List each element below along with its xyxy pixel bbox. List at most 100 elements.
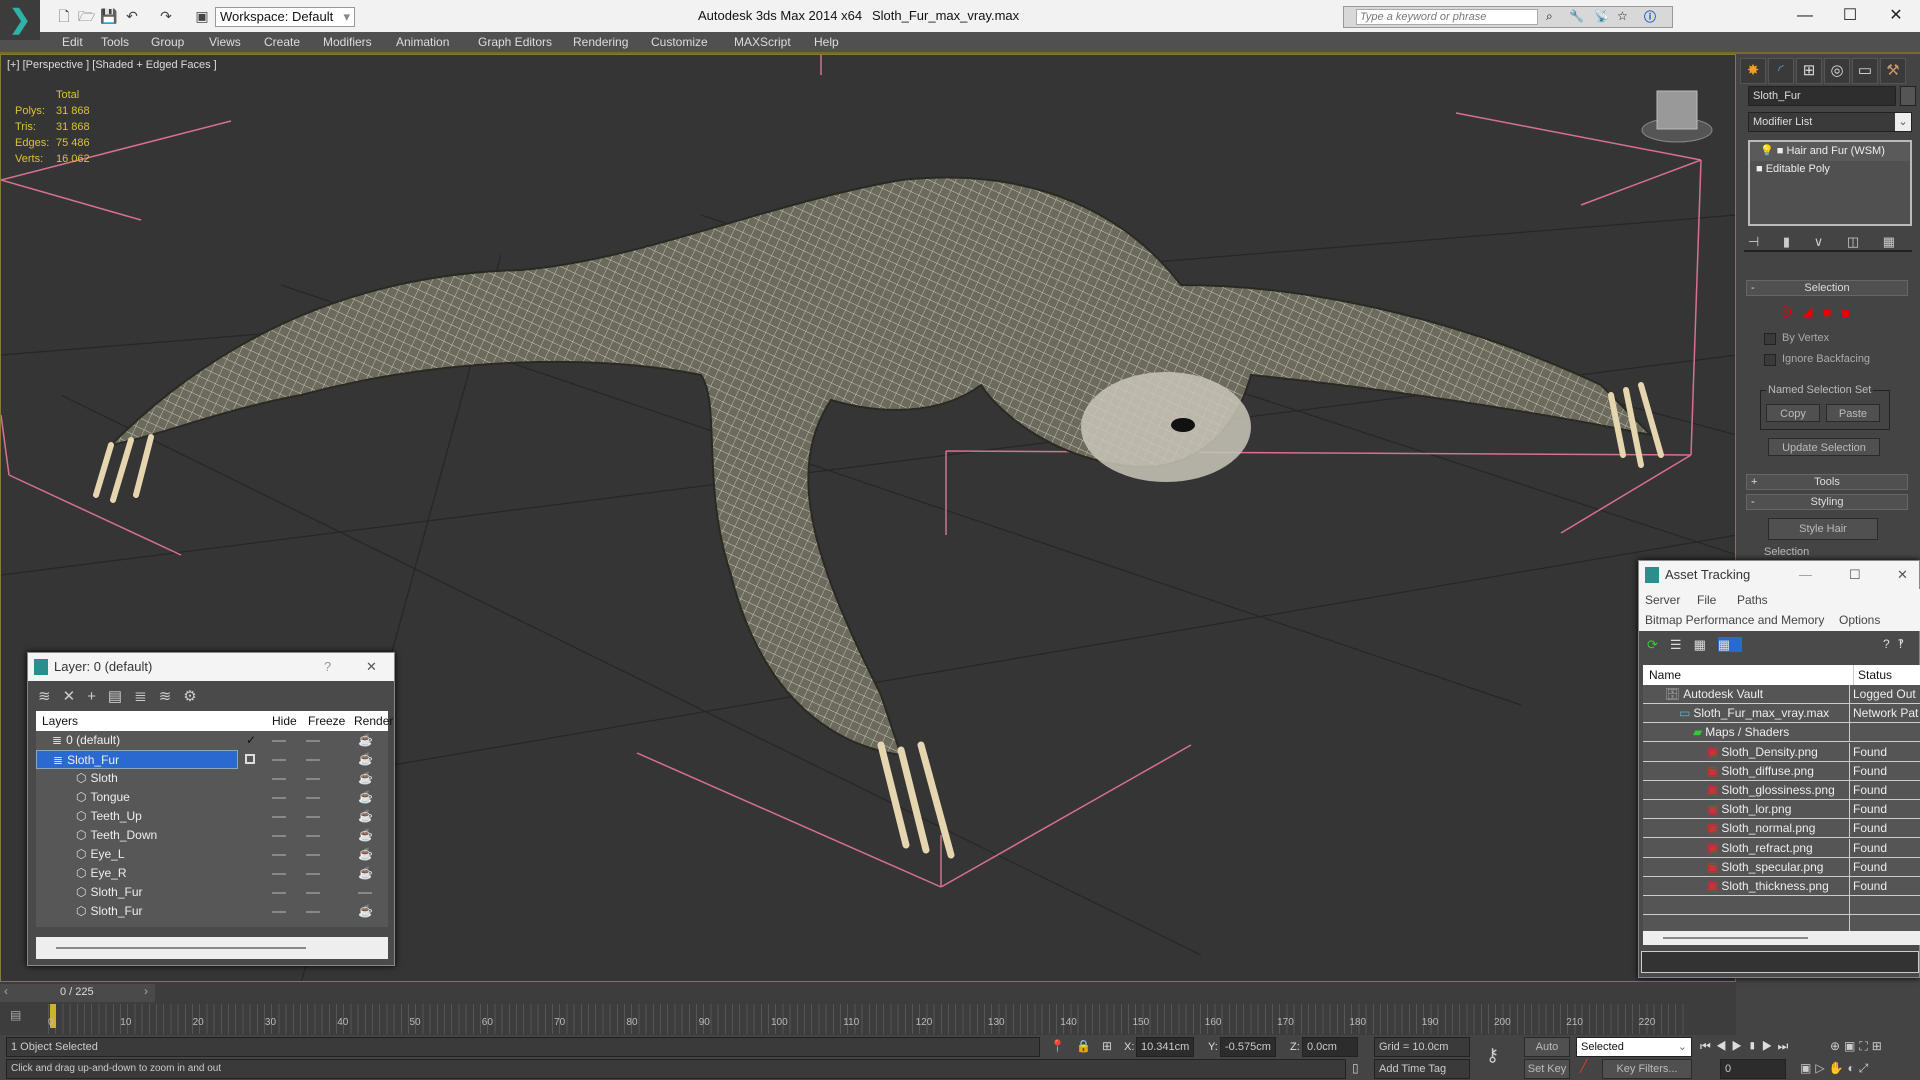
menu-animation[interactable]: Animation: [396, 35, 449, 49]
object-color-swatch[interactable]: [1900, 86, 1916, 106]
redo-icon[interactable]: ↷: [158, 8, 174, 24]
asset-row[interactable]: ▣ Sloth_normal.png Found: [1643, 819, 1920, 839]
freeze-toggle[interactable]: [306, 854, 320, 856]
hierarchy-tab-icon[interactable]: ⊞: [1796, 58, 1822, 84]
layer-row[interactable]: ⬡ Sloth ☕: [36, 769, 388, 788]
style-hair-button[interactable]: Style Hair: [1768, 518, 1878, 540]
render-teapot-icon[interactable]: ☕: [358, 845, 373, 864]
modifier-list-dropdown[interactable]: Modifier List ⌄: [1748, 112, 1912, 132]
hide-toggle[interactable]: [272, 816, 286, 818]
layer-settings-icon[interactable]: ⚙: [183, 688, 208, 705]
menu-maxscript[interactable]: MAXScript: [734, 35, 791, 49]
column-freeze[interactable]: Freeze: [308, 711, 345, 731]
freeze-toggle[interactable]: [306, 778, 320, 780]
asset-path-field[interactable]: [1641, 951, 1919, 973]
display-tab-icon[interactable]: ▭: [1852, 58, 1878, 84]
x-coordinate-field[interactable]: 10.341cm: [1136, 1037, 1194, 1057]
close-button[interactable]: ✕: [1876, 4, 1916, 28]
isolate-icon[interactable]: 📍: [1050, 1039, 1065, 1053]
freeze-toggle[interactable]: [306, 892, 320, 894]
asset-menu-server[interactable]: Server: [1645, 593, 1680, 607]
paste-button[interactable]: Paste: [1826, 404, 1880, 422]
set-key-button[interactable]: Set Key: [1524, 1059, 1570, 1079]
menu-tools[interactable]: Tools: [101, 35, 129, 49]
list-view-icon[interactable]: ☰: [1670, 637, 1694, 652]
hide-toggle[interactable]: [272, 835, 286, 837]
freeze-toggle[interactable]: [306, 797, 320, 799]
styling-rollout[interactable]: - Styling: [1746, 494, 1908, 510]
new-layer-icon[interactable]: ≋: [38, 688, 63, 705]
motion-tab-icon[interactable]: ◎: [1824, 58, 1850, 84]
render-teapot-icon[interactable]: ☕: [358, 864, 373, 883]
render-teapot-icon[interactable]: ☕: [358, 902, 373, 921]
menu-customize[interactable]: Customize: [651, 35, 708, 49]
render-teapot-icon[interactable]: ☕: [358, 807, 373, 826]
current-frame-field[interactable]: 0: [1720, 1059, 1786, 1079]
freeze-toggle[interactable]: [306, 835, 320, 837]
by-vertex-checkbox[interactable]: [1764, 333, 1776, 345]
select-layer-icon[interactable]: ≣: [134, 688, 159, 705]
undo-icon[interactable]: ↶: [124, 8, 140, 24]
help-icon[interactable]: ⓘ: [1644, 8, 1656, 25]
maximize-button[interactable]: ☐: [1830, 4, 1870, 28]
hide-toggle[interactable]: [272, 873, 286, 875]
render-teapot-icon[interactable]: ☕: [358, 826, 373, 845]
asset-row[interactable]: ▣ Sloth_diffuse.png Found: [1643, 761, 1920, 781]
layer-row[interactable]: ⬡ Teeth_Down ☕: [36, 826, 388, 845]
sub-object-buttons[interactable]: ᘐ◢■◼: [1782, 304, 1860, 321]
hide-toggle[interactable]: [272, 759, 286, 761]
asset-menu-paths[interactable]: Paths: [1737, 593, 1768, 607]
maximize-button[interactable]: ☐: [1849, 561, 1861, 589]
add-to-layer-icon[interactable]: +: [87, 688, 108, 705]
menu-rendering[interactable]: Rendering: [573, 35, 628, 49]
hide-toggle[interactable]: [272, 892, 286, 894]
modifier-hair-and-fur[interactable]: 💡 ■ Hair and Fur (WSM): [1750, 142, 1910, 161]
y-coordinate-field[interactable]: -0.575cm: [1220, 1037, 1276, 1057]
asset-row[interactable]: ▣ Sloth_refract.png Found: [1643, 838, 1920, 858]
asset-menu-file[interactable]: File: [1697, 593, 1716, 607]
viewport-label[interactable]: [+] [Perspective ] [Shaded + Edged Faces…: [7, 59, 217, 71]
stack-tools[interactable]: ⊣ ▮ ∨ ◫ ▦: [1748, 234, 1912, 250]
asset-row[interactable]: 🗄Autodesk Vault Logged Out ...: [1643, 685, 1920, 704]
menu-help[interactable]: Help: [814, 35, 839, 49]
close-button[interactable]: ✕: [1897, 561, 1908, 589]
highlight-layer-icon[interactable]: ≋: [159, 688, 184, 705]
render-teapot-icon[interactable]: ☕: [358, 788, 373, 807]
horizontal-scrollbar[interactable]: [36, 937, 388, 959]
make-current-checkbox[interactable]: [245, 754, 255, 764]
menu-create[interactable]: Create: [264, 35, 300, 49]
scrollbar-thumb[interactable]: [1663, 937, 1808, 939]
refresh-icon[interactable]: ⟳: [1647, 637, 1670, 652]
asset-row[interactable]: ▰ Maps / Shaders: [1643, 723, 1920, 743]
binoculars-icon[interactable]: ⌕: [1546, 9, 1553, 24]
modify-tab-icon[interactable]: ◜: [1768, 58, 1794, 84]
project-folder-icon[interactable]: ▣: [194, 8, 210, 24]
minimize-button[interactable]: —: [1785, 4, 1825, 28]
add-time-tag-button[interactable]: Add Time Tag: [1374, 1059, 1470, 1079]
layer-row[interactable]: ⬡ Sloth_Fur: [36, 883, 388, 902]
column-status[interactable]: Status: [1853, 665, 1892, 685]
layer-dialog-titlebar[interactable]: Layer: 0 (default) ? ✕: [28, 653, 394, 681]
key-filters-button[interactable]: Key Filters...: [1602, 1059, 1692, 1079]
search-input[interactable]: Type a keyword or phrase: [1356, 9, 1538, 25]
scrollbar-thumb[interactable]: [56, 947, 306, 949]
asset-menu-options[interactable]: Options: [1839, 613, 1880, 627]
column-name[interactable]: Name: [1649, 665, 1681, 685]
time-slider[interactable]: ‹ 0 / 225 ›: [0, 984, 155, 1002]
update-selection-button[interactable]: Update Selection: [1768, 438, 1880, 456]
copy-button[interactable]: Copy: [1766, 404, 1820, 422]
layer-row[interactable]: ≣ Sloth_Fur ☕: [36, 750, 388, 769]
help-button[interactable]: ?: [324, 653, 331, 681]
asset-row[interactable]: ▣ Sloth_lor.png Found: [1643, 800, 1920, 820]
freeze-toggle[interactable]: [306, 911, 320, 913]
hide-toggle[interactable]: [272, 911, 286, 913]
satellite-icon[interactable]: 📡: [1594, 9, 1609, 23]
layer-row[interactable]: ⬡ Teeth_Up ☕: [36, 807, 388, 826]
layer-row[interactable]: ⬡ Eye_L ☕: [36, 845, 388, 864]
asset-row[interactable]: ▣ Sloth_Density.png Found: [1643, 742, 1920, 762]
save-icon[interactable]: 💾: [100, 8, 117, 24]
hide-toggle[interactable]: [272, 797, 286, 799]
menu-graph-editors[interactable]: Graph Editors: [478, 35, 552, 49]
current-layer-check-icon[interactable]: ✓: [246, 731, 256, 750]
close-button[interactable]: ✕: [366, 653, 377, 681]
